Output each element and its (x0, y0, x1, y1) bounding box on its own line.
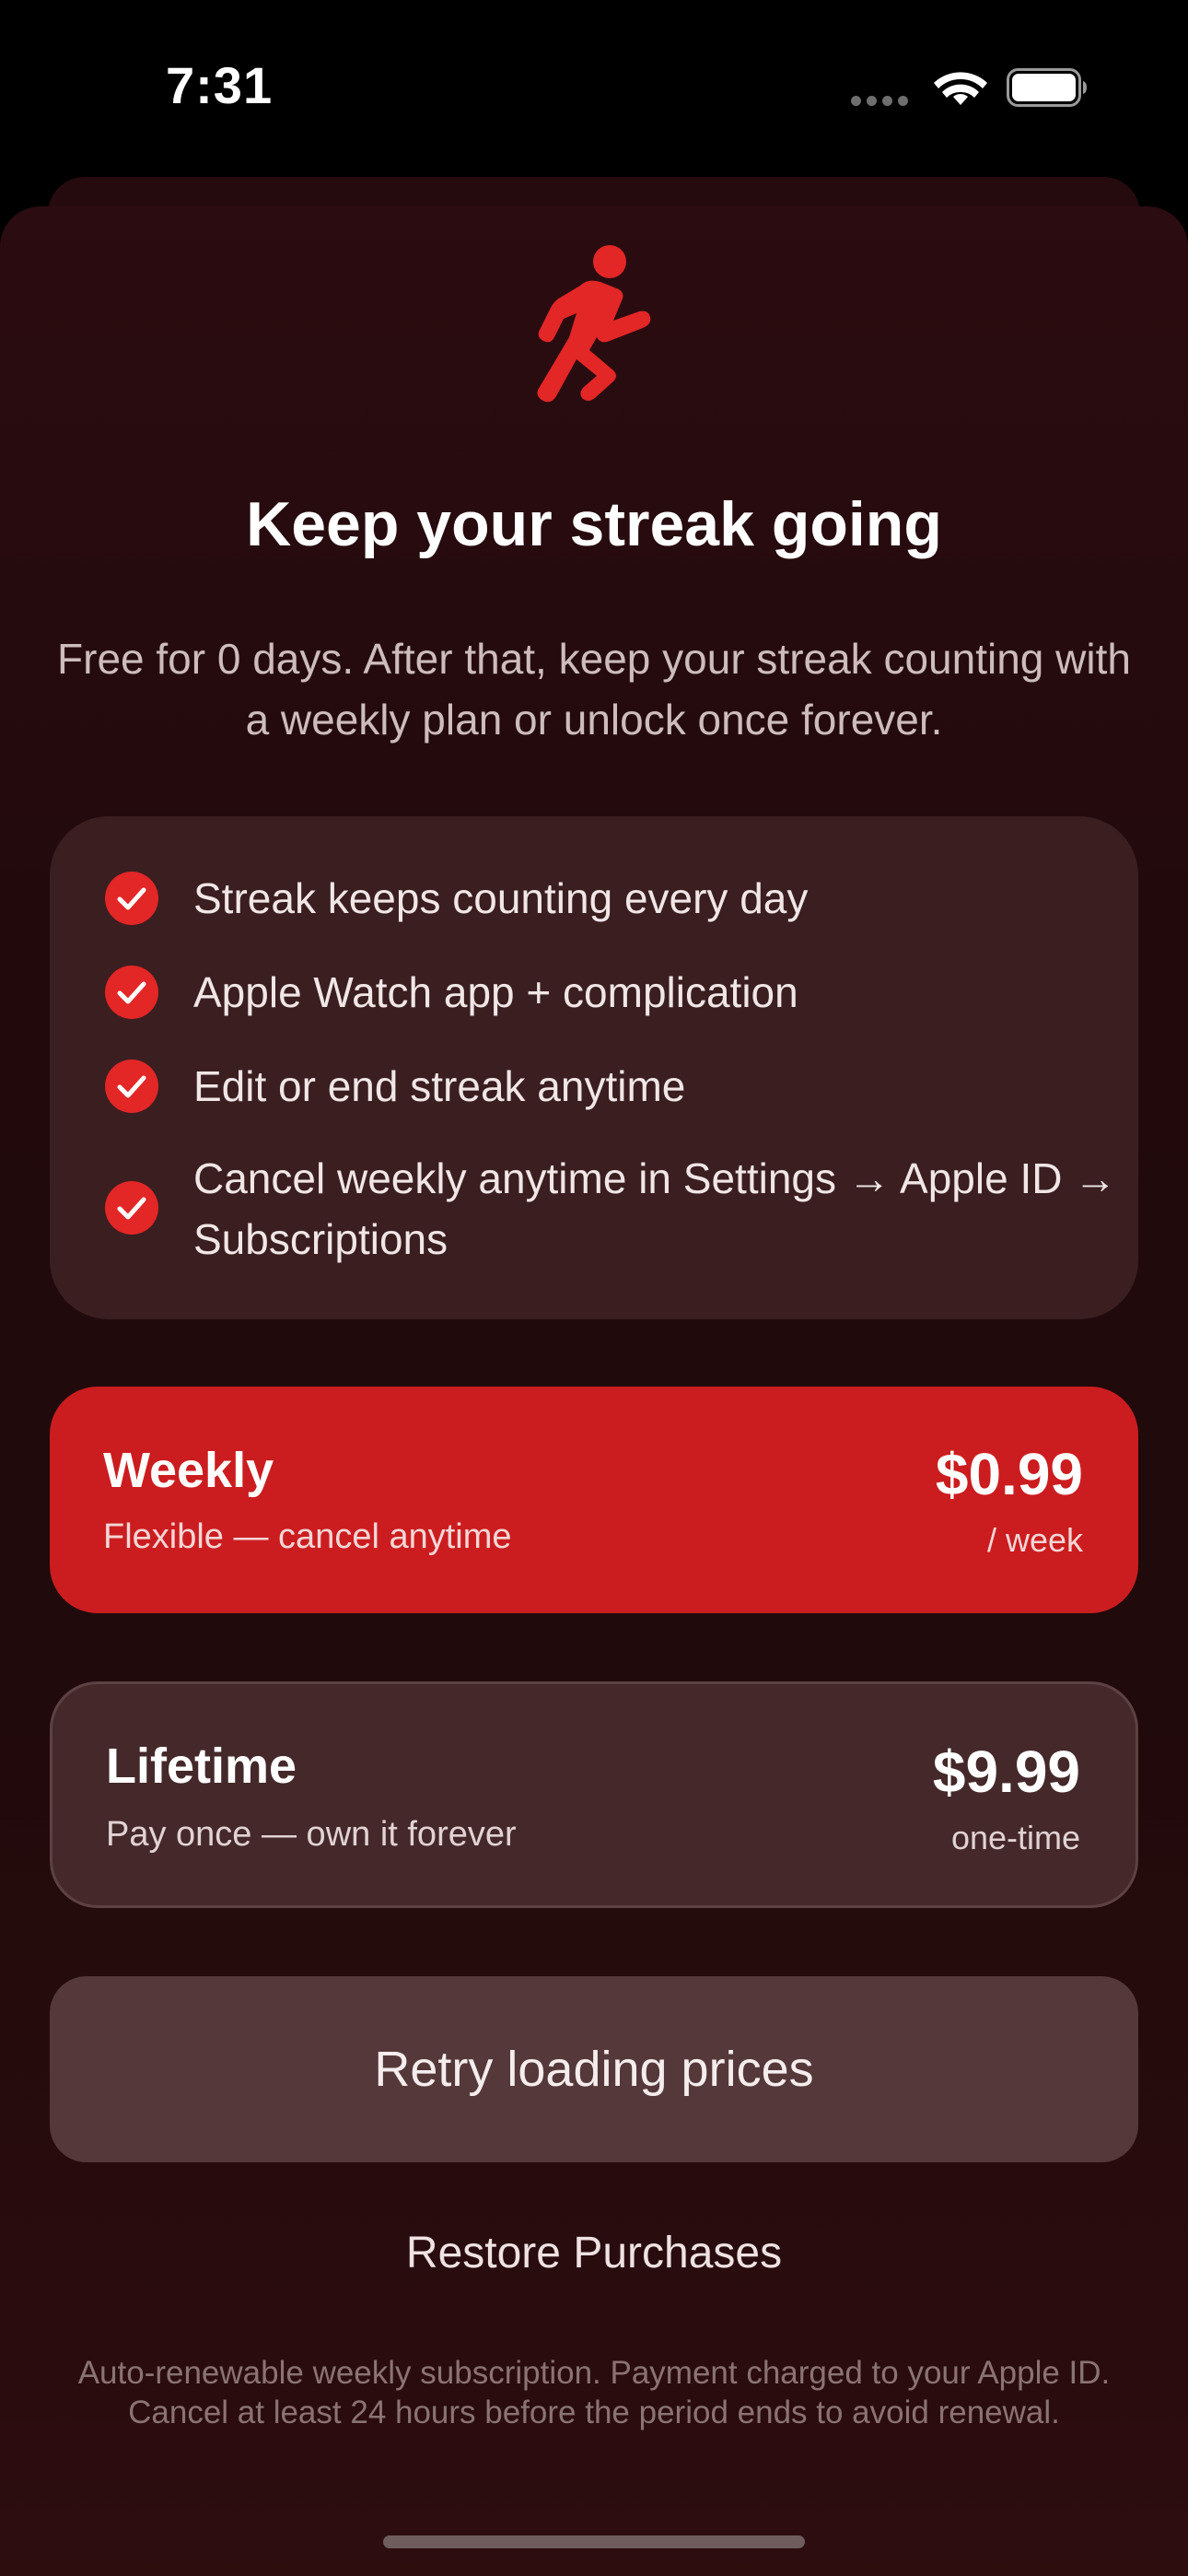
plan-name: Lifetime (106, 1739, 297, 1794)
plan-period: / week (986, 1521, 1083, 1559)
checkmark-circle-icon (105, 1060, 158, 1113)
features-card: Streak keeps counting every day Apple Wa… (50, 816, 1138, 1319)
legal-disclaimer: Auto-renewable weekly subscription. Paym… (77, 2355, 1111, 2430)
status-bar: 7:31 (0, 0, 1188, 175)
feature-label: Cancel weekly anytime in Settings → Appl… (193, 1154, 1117, 1263)
feature-label: Edit or end streak anytime (193, 1062, 686, 1110)
plan-option-weekly[interactable]: Weekly Flexible — cancel anytime $0.99 /… (50, 1387, 1138, 1613)
plan-price: $0.99 (935, 1441, 1083, 1507)
paywall-screen: 7:31 Keep your streak going Free for 0 d… (0, 0, 1188, 2576)
feature-label: Streak keeps counting every day (193, 874, 809, 922)
status-time: 7:31 (166, 56, 274, 114)
cellular-signal-icon (851, 96, 910, 107)
plan-option-lifetime[interactable]: Lifetime Pay once — own it forever $9.99… (50, 1681, 1138, 1908)
battery-icon (1007, 68, 1087, 107)
plan-name: Weekly (103, 1443, 274, 1498)
plan-description: Flexible — cancel anytime (103, 1517, 512, 1556)
retry-loading-prices-button[interactable]: Retry loading prices (50, 1976, 1138, 2162)
running-figure-icon (537, 245, 651, 403)
restore-purchases-button[interactable]: Restore Purchases (0, 2228, 1188, 2278)
checkmark-circle-icon (105, 966, 158, 1019)
page-subtitle: Free for 0 days. After that, keep your s… (57, 635, 1131, 744)
checkmark-circle-icon (105, 872, 158, 925)
plan-price: $9.99 (932, 1739, 1080, 1805)
plan-description: Pay once — own it forever (106, 1815, 517, 1854)
plan-period: one-time (950, 1819, 1080, 1856)
home-indicator[interactable] (383, 2535, 805, 2548)
wifi-icon (934, 72, 987, 105)
feature-label: Apple Watch app + complication (193, 968, 798, 1016)
checkmark-circle-icon (105, 1181, 158, 1235)
page-title: Keep your streak going (246, 489, 942, 559)
